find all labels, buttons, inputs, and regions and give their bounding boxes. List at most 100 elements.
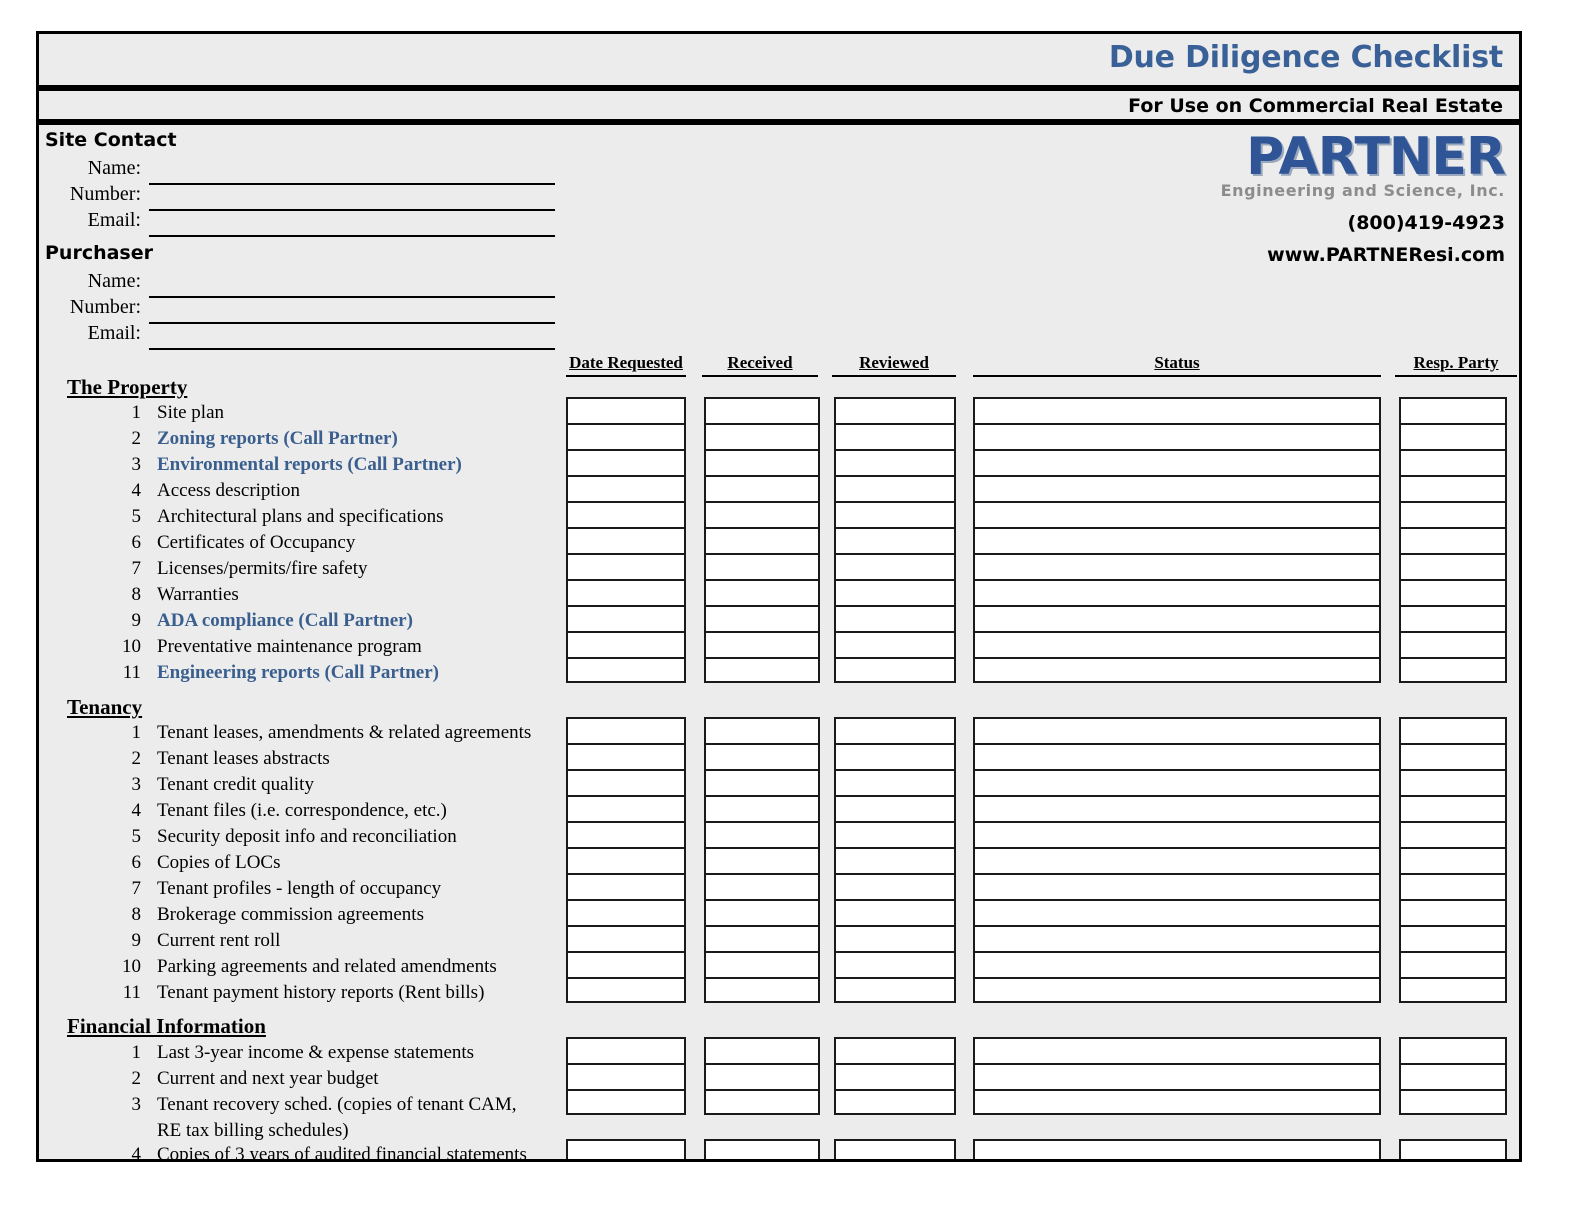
grid-cell[interactable]: [568, 927, 684, 953]
grid-cell[interactable]: [1401, 875, 1505, 901]
grid-cell[interactable]: [975, 875, 1379, 901]
grid-cell[interactable]: [706, 797, 818, 823]
grid-cell[interactable]: [975, 529, 1379, 555]
grid-cell[interactable]: [836, 607, 954, 633]
purchaser-email-input[interactable]: [149, 348, 555, 350]
grid-cell[interactable]: [836, 633, 954, 659]
grid-cell[interactable]: [706, 503, 818, 529]
grid-cell[interactable]: [1401, 953, 1505, 979]
grid-cell[interactable]: [706, 823, 818, 849]
grid-cell[interactable]: [975, 927, 1379, 953]
grid-cell[interactable]: [975, 633, 1379, 659]
grid-cell[interactable]: [706, 1141, 818, 1159]
grid-cell[interactable]: [1401, 659, 1505, 681]
grid-financial4-status[interactable]: [973, 1139, 1381, 1159]
grid-cell[interactable]: [1401, 797, 1505, 823]
grid-cell[interactable]: [706, 901, 818, 927]
grid-cell[interactable]: [975, 797, 1379, 823]
grid-cell[interactable]: [1401, 849, 1505, 875]
grid-cell[interactable]: [836, 529, 954, 555]
grid-cell[interactable]: [1401, 425, 1505, 451]
grid-cell[interactable]: [1401, 633, 1505, 659]
grid-financial-resp-party[interactable]: [1399, 1037, 1507, 1115]
grid-cell[interactable]: [975, 1091, 1379, 1113]
grid-cell[interactable]: [975, 1141, 1379, 1159]
grid-cell[interactable]: [706, 953, 818, 979]
grid-cell[interactable]: [1401, 979, 1505, 1001]
grid-cell[interactable]: [836, 823, 954, 849]
grid-cell[interactable]: [706, 659, 818, 681]
grid-cell[interactable]: [1401, 1091, 1505, 1113]
site-contact-email-input[interactable]: [149, 235, 555, 237]
grid-cell[interactable]: [975, 1065, 1379, 1091]
grid-cell[interactable]: [836, 797, 954, 823]
grid-cell[interactable]: [975, 953, 1379, 979]
grid-cell[interactable]: [836, 745, 954, 771]
grid-cell[interactable]: [568, 875, 684, 901]
grid-cell[interactable]: [1401, 771, 1505, 797]
grid-cell[interactable]: [706, 477, 818, 503]
grid-property-resp-party[interactable]: [1399, 397, 1507, 683]
grid-cell[interactable]: [975, 451, 1379, 477]
grid-cell[interactable]: [1401, 451, 1505, 477]
grid-tenancy-date-requested[interactable]: [566, 717, 686, 1003]
grid-financial4-resp-party[interactable]: [1399, 1139, 1507, 1159]
grid-cell[interactable]: [568, 953, 684, 979]
grid-cell[interactable]: [568, 425, 684, 451]
grid-cell[interactable]: [706, 425, 818, 451]
grid-cell[interactable]: [568, 633, 684, 659]
grid-cell[interactable]: [975, 719, 1379, 745]
grid-cell[interactable]: [1401, 555, 1505, 581]
grid-cell[interactable]: [975, 1039, 1379, 1065]
grid-cell[interactable]: [836, 979, 954, 1001]
grid-cell[interactable]: [1401, 1039, 1505, 1065]
grid-cell[interactable]: [836, 875, 954, 901]
grid-cell[interactable]: [975, 659, 1379, 681]
grid-cell[interactable]: [568, 797, 684, 823]
grid-property-reviewed[interactable]: [834, 397, 956, 683]
grid-cell[interactable]: [836, 451, 954, 477]
grid-cell[interactable]: [1401, 1065, 1505, 1091]
grid-cell[interactable]: [568, 745, 684, 771]
grid-cell[interactable]: [706, 875, 818, 901]
grid-cell[interactable]: [568, 719, 684, 745]
grid-cell[interactable]: [568, 529, 684, 555]
grid-cell[interactable]: [975, 399, 1379, 425]
grid-cell[interactable]: [568, 477, 684, 503]
grid-cell[interactable]: [836, 503, 954, 529]
grid-cell[interactable]: [706, 719, 818, 745]
grid-cell[interactable]: [568, 607, 684, 633]
grid-cell[interactable]: [1401, 399, 1505, 425]
grid-cell[interactable]: [975, 477, 1379, 503]
grid-cell[interactable]: [706, 771, 818, 797]
grid-cell[interactable]: [836, 719, 954, 745]
grid-cell[interactable]: [836, 1141, 954, 1159]
grid-cell[interactable]: [975, 979, 1379, 1001]
grid-property-date-requested[interactable]: [566, 397, 686, 683]
grid-cell[interactable]: [1401, 901, 1505, 927]
grid-property-status[interactable]: [973, 397, 1381, 683]
grid-property-received[interactable]: [704, 397, 820, 683]
grid-tenancy-resp-party[interactable]: [1399, 717, 1507, 1003]
grid-cell[interactable]: [1401, 927, 1505, 953]
grid-tenancy-reviewed[interactable]: [834, 717, 956, 1003]
grid-cell[interactable]: [1401, 607, 1505, 633]
grid-cell[interactable]: [568, 901, 684, 927]
grid-cell[interactable]: [836, 771, 954, 797]
grid-cell[interactable]: [836, 1091, 954, 1113]
grid-cell[interactable]: [568, 581, 684, 607]
grid-financial-reviewed[interactable]: [834, 1037, 956, 1115]
grid-cell[interactable]: [706, 633, 818, 659]
grid-cell[interactable]: [706, 849, 818, 875]
grid-cell[interactable]: [568, 399, 684, 425]
grid-cell[interactable]: [836, 927, 954, 953]
grid-cell[interactable]: [568, 503, 684, 529]
grid-cell[interactable]: [568, 823, 684, 849]
grid-cell[interactable]: [836, 399, 954, 425]
grid-cell[interactable]: [836, 1039, 954, 1065]
grid-cell[interactable]: [1401, 719, 1505, 745]
grid-cell[interactable]: [568, 1065, 684, 1091]
grid-financial4-reviewed[interactable]: [834, 1139, 956, 1159]
grid-cell[interactable]: [836, 581, 954, 607]
grid-cell[interactable]: [975, 581, 1379, 607]
